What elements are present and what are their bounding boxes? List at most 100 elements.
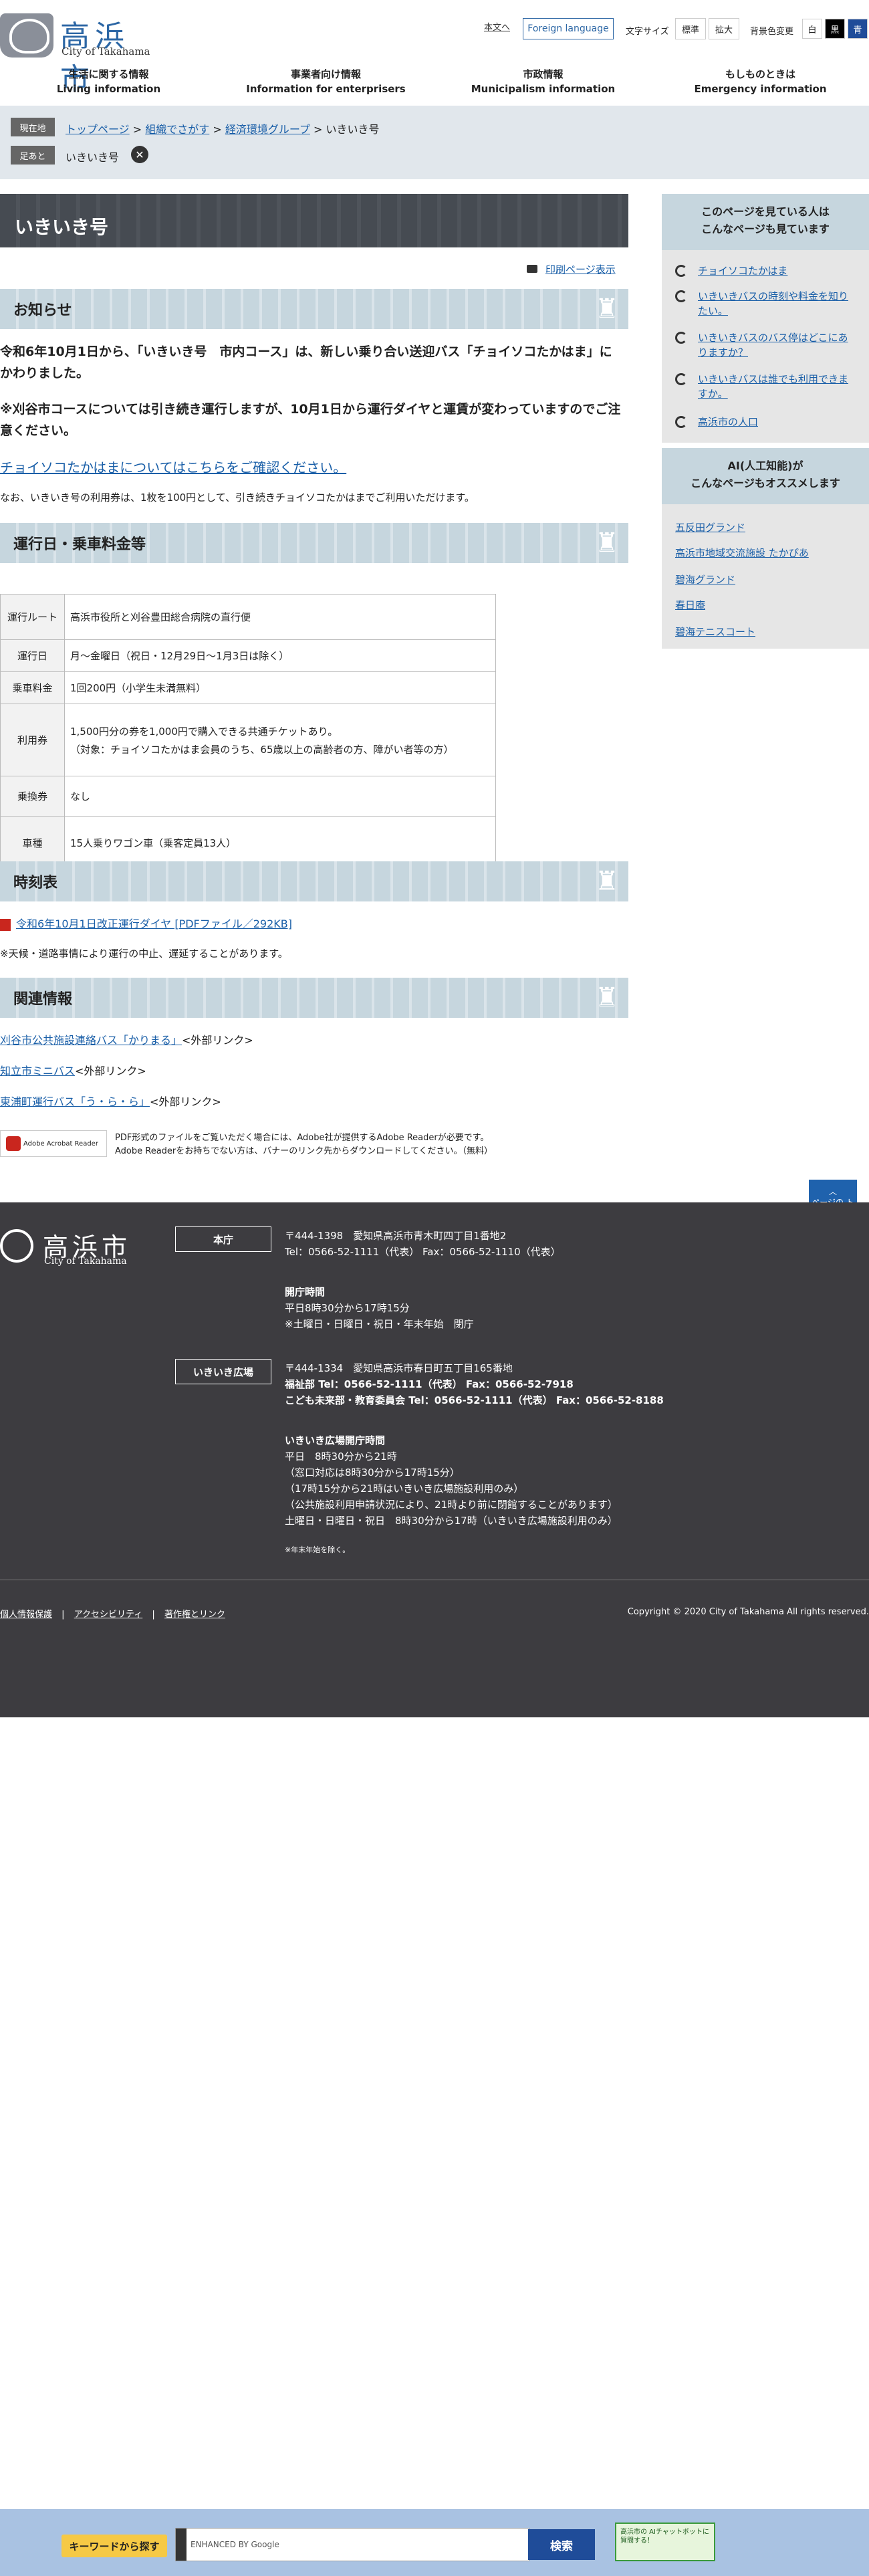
table-row: 運行日 月～金曜日（祝日・12月29日～1月3日は除く） (0, 639, 496, 672)
castle-deco-icon: ♜ (595, 528, 619, 558)
related-link-higashiura[interactable]: 東浦町運行バス「う・ら・ら」 (0, 1095, 150, 1108)
section-heading-timetable: 時刻表 ♜ (0, 861, 628, 901)
page-title: いきいき号 (0, 194, 628, 247)
sidebar-ai-item[interactable]: 五反田グランド (675, 520, 856, 534)
bg-black-button[interactable]: 黒 (825, 19, 845, 39)
table-cell: 高浜市役所と刈谷豊田総合病院の直行便 (64, 594, 496, 640)
sidebar-item[interactable]: 高浜市の人口 (675, 415, 856, 429)
related-link-karimaru[interactable]: 刈谷市公共施設連絡バス「かりまる」 (0, 1034, 182, 1047)
sidebar-item[interactable]: いきいきバスのバス停はどこにありますか？ (675, 330, 856, 360)
sidebar-item[interactable]: チョイソコたかはま (675, 263, 856, 278)
choisoko-link[interactable]: チョイソコたかはまについてはこちらをご確認ください。 (0, 459, 346, 475)
external-link-label: <外部リンク> (182, 1034, 253, 1047)
nav-enterprisers[interactable]: 事業者向け情報 Information for enterprisers (217, 67, 434, 96)
external-link-label: <外部リンク> (150, 1095, 221, 1108)
ticket-text: 1,500円分の券を1,000円で購入できる共通チケットあり。 (70, 725, 338, 738)
sidebar-ai-link[interactable]: 五反田グランド (675, 522, 745, 534)
footer-link-copyright[interactable]: 著作権とリンク (164, 1610, 225, 1620)
sidebar-link[interactable]: 高浜市の人口 (698, 416, 758, 428)
sidebar-link[interactable]: チョイソコたかはま (698, 265, 787, 277)
fare-heading-text: 運行日・乗車料金等 (13, 536, 146, 553)
nav-municipal[interactable]: 市政情報 Municipalism information (434, 67, 652, 96)
sidebar-ai-link[interactable]: 碧海グランド (675, 574, 735, 586)
sidebar-link[interactable]: いきいきバスの時刻や料金を知りたい。 (698, 290, 848, 317)
breadcrumb: トップページ > 組織でさがす > 経済環境グループ > いきいき号 (66, 123, 380, 136)
footprint-clear-icon[interactable]: ✕ (131, 146, 148, 163)
breadcrumb-area (0, 106, 869, 179)
footer-note: ※年末年始を除く。 (285, 1545, 350, 1554)
sidebar-ai-link[interactable]: 碧海テニスコート (675, 626, 755, 638)
site-footer: 高浜市 City of Takahama 本庁 〒444-1398 愛知県高浜市… (0, 1202, 869, 1717)
table-header-cell: 利用券 (0, 704, 65, 776)
table-row: 利用券 1,500円分の券を1,000円で購入できる共通チケットあり。 （対象：チョ… (0, 704, 496, 776)
hiroba-hours-title: いきいき広場開庁時間 (285, 1434, 386, 1446)
search-input[interactable]: ENHANCED BY Google (175, 2528, 529, 2561)
site-logo[interactable]: 高浜市 City of Takahama (0, 12, 154, 96)
table-row: 運行ルート 高浜市役所と刈谷豊田総合病院の直行便 (0, 594, 496, 640)
sidebar-link[interactable]: いきいきバスのバス停はどこにありますか？ (698, 332, 848, 358)
nav-emergency[interactable]: もしものときは Emergency information (652, 67, 869, 96)
sidebar-item[interactable]: いきいきバスの時刻や料金を知りたい。 (675, 289, 856, 318)
nav-municipal-en: Municipalism information (471, 83, 616, 95)
nav-living-jp: 生活に関する情報 (68, 68, 149, 80)
footer-link-accessibility[interactable]: アクセシビリティ (74, 1610, 143, 1620)
print-link-text[interactable]: 印刷ページ表示 (545, 263, 616, 276)
font-standard-button[interactable]: 標準 (675, 18, 706, 39)
footprint-item[interactable]: いきいき号 (66, 148, 119, 165)
refresh-icon (675, 290, 687, 302)
related-item: 刈谷市公共施設連絡バス「かりまる」<外部リンク> (0, 1031, 628, 1049)
pdf-icon (0, 918, 11, 931)
hiroba-hours-4: （公共施設利用申請状況により、21時より前に閉館することがあります） (285, 1499, 618, 1511)
breadcrumb-top[interactable]: トップページ (66, 123, 130, 136)
bg-white-button[interactable]: 白 (802, 19, 822, 39)
sidebar-ai-link[interactable]: 高浜市地域交流施設 たかぴあ (675, 547, 809, 559)
nav-municipal-jp: 市政情報 (523, 68, 564, 80)
hiroba-hours-5: 土曜日・日曜日・祝日 8時30分から17時（いきいき広場施設利用のみ） (285, 1515, 618, 1527)
table-row: 乗車料金 1回200円（小学生未満無料） (0, 671, 496, 704)
skip-to-content-link[interactable]: 本文へ (484, 20, 510, 33)
print-link[interactable]: 印刷ページ表示 (527, 262, 616, 276)
adobe-text-1: PDF形式のファイルをご覧いただく場合には、Adobe社が提供するAdobe R… (115, 1133, 489, 1143)
honcho-info: 〒444-1398 愛知県高浜市青木町四丁目1番地2 Tel：0566-52-1… (285, 1228, 561, 1260)
sidebar-item[interactable]: いきいきバスは誰でも利用できますか。 (675, 372, 856, 401)
hiroba-info: 〒444-1334 愛知県高浜市春日町五丁目165番地 福祉部 Tel：0566… (285, 1360, 664, 1408)
city-crest-icon (0, 1229, 33, 1263)
ai-chatbot-banner[interactable]: 高浜市の AIチャットボットに 質問する！ (615, 2523, 715, 2561)
hiroba-hours: いきいき広場開庁時間 平日 8時30分から21時 （窓口対応は8時30分から17… (285, 1432, 618, 1529)
font-large-button[interactable]: 拡大 (709, 18, 739, 39)
refresh-icon (675, 265, 687, 277)
castle-deco-icon: ♜ (595, 294, 619, 324)
sidebar-ai-item[interactable]: 碧海テニスコート (675, 625, 856, 639)
sidebar-ai-item[interactable]: 高浜市地域交流施設 たかぴあ (675, 546, 856, 560)
breadcrumb-org[interactable]: 組織でさがす (145, 123, 209, 136)
related-link-chiryu[interactable]: 知立市ミニバス (0, 1065, 75, 1077)
adobe-reader-banner[interactable]: Adobe Acrobat Reader (0, 1130, 107, 1157)
honcho-address: 〒444-1398 愛知県高浜市青木町四丁目1番地2 (285, 1230, 507, 1242)
refresh-icon (675, 332, 687, 344)
fukushi-contact: 福祉部 Tel：0566-52-1111（代表） Fax：0566-52-791… (285, 1378, 574, 1390)
footer-logo-en: City of Takahama (44, 1256, 127, 1267)
bg-blue-button[interactable]: 青 (848, 19, 868, 39)
sidebar-ai-item[interactable]: 春日庵 (675, 598, 856, 612)
search-button[interactable]: 検索 (528, 2529, 595, 2560)
refresh-icon (675, 416, 687, 428)
sidebar-ai-link[interactable]: 春日庵 (675, 599, 705, 611)
hiroba-hours-2: （窓口対応は8時30分から17時15分） (285, 1467, 460, 1479)
nav-living-en: Living information (56, 83, 161, 95)
nav-living[interactable]: 生活に関する情報 Living information (0, 67, 217, 96)
table-header-cell: 運行日 (0, 639, 65, 672)
breadcrumb-group[interactable]: 経済環境グループ (225, 123, 310, 136)
footer-sep: | (61, 1610, 65, 1620)
sidebar-ai-heading: AI(人工知能)が こんなページもオススメします (662, 448, 869, 504)
footer-logo[interactable]: 高浜市 City of Takahama (0, 1226, 147, 1267)
timetable-pdf-link[interactable]: 令和6年10月1日改正運行ダイヤ [PDFファイル／292KB] (16, 918, 292, 930)
sidebar-link[interactable]: いきいきバスは誰でも利用できますか。 (698, 373, 848, 400)
castle-deco-icon: ♜ (595, 982, 619, 1013)
foreign-language-button[interactable]: Foreign language (523, 18, 614, 39)
office-hours-1: 平日8時30分から17時15分 (285, 1302, 410, 1314)
logo-text-en: City of Takahama (61, 45, 150, 58)
sidebar-ai-item[interactable]: 碧海グランド (675, 572, 856, 586)
footer-link-privacy[interactable]: 個人情報保護 (0, 1610, 52, 1620)
nav-enterprisers-en: Information for enterprisers (246, 83, 406, 95)
table-cell: 月～金曜日（祝日・12月29日～1月3日は除く） (64, 639, 496, 672)
